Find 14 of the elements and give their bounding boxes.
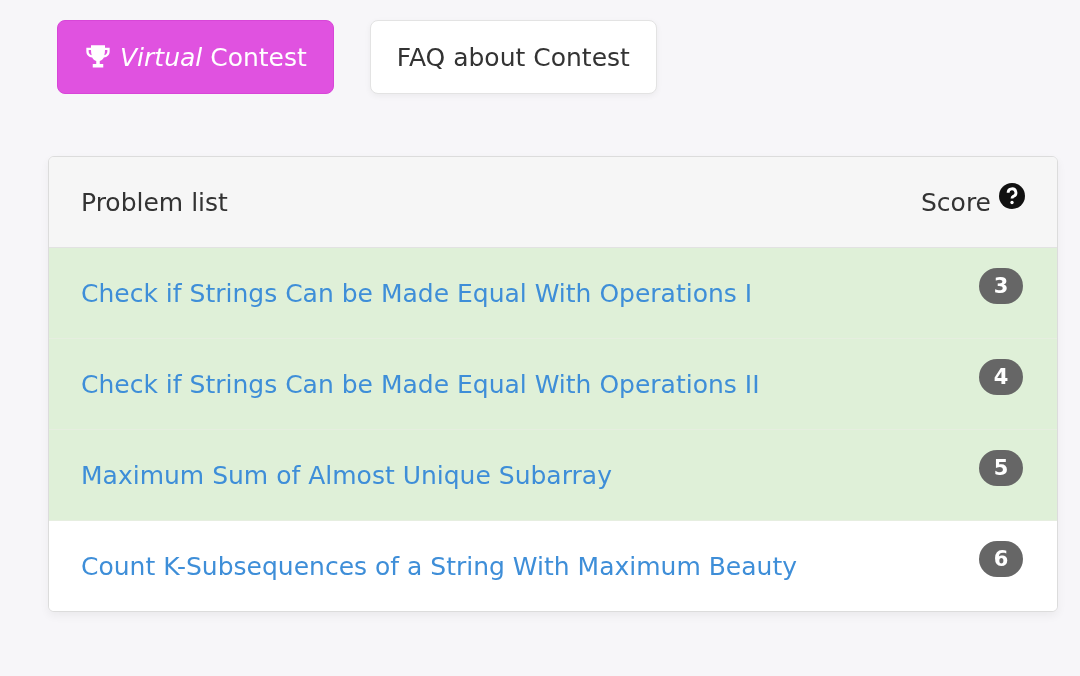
problem-link[interactable]: Maximum Sum of Almost Unique Subarray — [81, 460, 979, 490]
score-badge: 5 — [979, 450, 1023, 486]
faq-button[interactable]: FAQ about Contest — [369, 20, 657, 94]
panel-title: Problem list — [81, 187, 229, 217]
score-badge: 3 — [979, 268, 1023, 304]
virtual-contest-button[interactable]: Virtual Contest — [57, 20, 334, 94]
score-badge: 4 — [979, 359, 1023, 395]
score-badge: 6 — [979, 541, 1023, 577]
score-label: Score — [920, 187, 991, 217]
problem-link[interactable]: Check if Strings Can be Made Equal With Operations II — [81, 369, 979, 399]
trophy-icon — [84, 43, 112, 71]
help-icon[interactable] — [999, 183, 1025, 209]
problem-link[interactable]: Check if Strings Can be Made Equal With Operations I — [81, 278, 979, 308]
problem-link[interactable]: Count K-Subsequences of a String With Maximum Beauty — [81, 551, 979, 581]
